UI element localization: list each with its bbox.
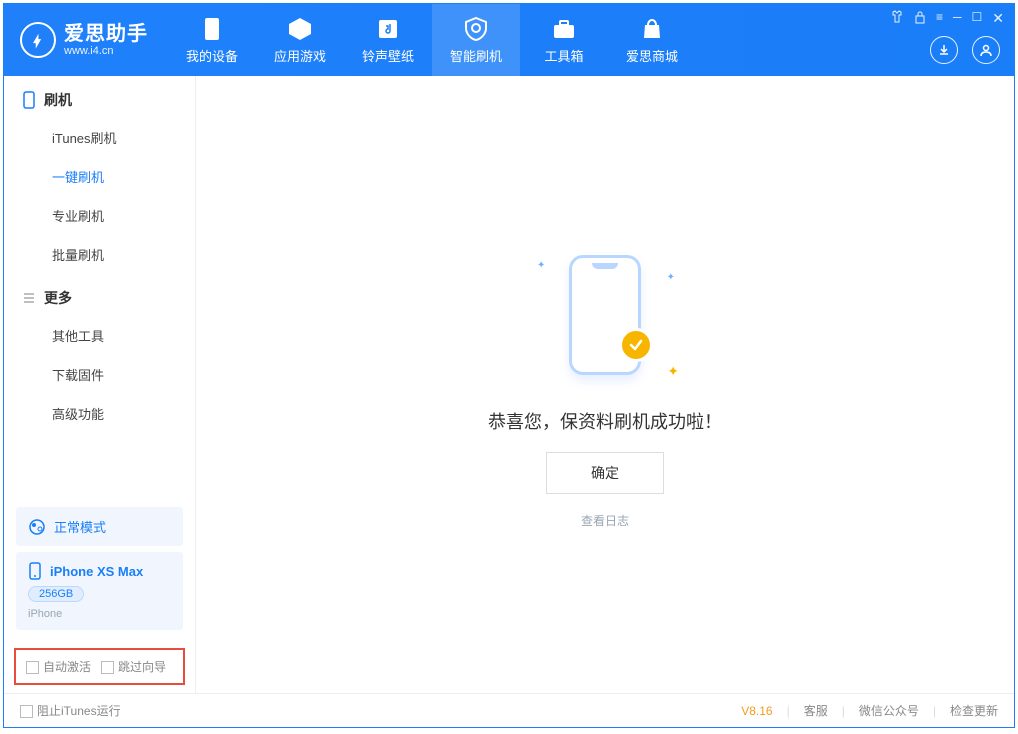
window-controls: ≡ ─ ☐ ✕ <box>890 10 1004 27</box>
shield-icon <box>463 16 489 42</box>
wechat-link[interactable]: 微信公众号 <box>859 702 919 719</box>
device-card[interactable]: iPhone XS Max 256GB iPhone <box>16 552 183 630</box>
bag-icon <box>639 16 665 42</box>
check-update-link[interactable]: 检查更新 <box>950 702 998 719</box>
tab-store[interactable]: 爱思商城 <box>608 4 696 76</box>
device-storage: 256GB <box>28 586 84 602</box>
sidebar-item-pro-flash[interactable]: 专业刷机 <box>4 196 195 235</box>
lock-icon[interactable] <box>914 10 926 27</box>
tab-flash[interactable]: 智能刷机 <box>432 4 520 76</box>
phone-icon <box>22 91 36 109</box>
toolbox-icon <box>551 16 577 42</box>
tab-ringtones[interactable]: 铃声壁纸 <box>344 4 432 76</box>
tab-toolbox[interactable]: 工具箱 <box>520 4 608 76</box>
download-button[interactable] <box>930 36 958 64</box>
logo-icon <box>20 22 56 58</box>
device-icon <box>199 16 225 42</box>
sidebar-section-more: 更多 <box>4 274 195 316</box>
support-link[interactable]: 客服 <box>804 702 828 719</box>
sidebar-item-firmware[interactable]: 下载固件 <box>4 355 195 394</box>
sidebar-item-advanced[interactable]: 高级功能 <box>4 394 195 433</box>
menu-icon[interactable]: ≡ <box>936 10 943 27</box>
sparkle-icon: ✦ <box>537 260 545 271</box>
minimize-button[interactable]: ─ <box>953 10 962 27</box>
checkbox-block-itunes[interactable]: 阻止iTunes运行 <box>20 702 121 719</box>
mode-card[interactable]: 正常模式 <box>16 507 183 546</box>
tab-my-device[interactable]: 我的设备 <box>168 4 256 76</box>
shirt-icon[interactable] <box>890 10 904 27</box>
sidebar-item-itunes-flash[interactable]: iTunes刷机 <box>4 118 195 157</box>
version-label: V8.16 <box>741 704 772 718</box>
list-icon <box>22 291 36 305</box>
device-type: iPhone <box>28 608 171 620</box>
maximize-button[interactable]: ☐ <box>972 10 983 27</box>
app-url: www.i4.cn <box>64 45 148 57</box>
device-phone-icon <box>28 562 42 580</box>
header-actions <box>930 36 1000 64</box>
sidebar-section-flash: 刷机 <box>4 76 195 118</box>
sparkle-icon: ✦ <box>667 363 679 380</box>
tab-apps[interactable]: 应用游戏 <box>256 4 344 76</box>
main-content: ✦ ✦ ✦ 恭喜您，保资料刷机成功啦！ 确定 查看日志 <box>196 76 1014 693</box>
check-badge-icon <box>619 328 653 362</box>
sidebar: 刷机 iTunes刷机 一键刷机 专业刷机 批量刷机 更多 其他工具 下载固件 … <box>4 76 196 693</box>
success-message: 恭喜您，保资料刷机成功啦！ <box>488 408 722 434</box>
titlebar: 爱思助手 www.i4.cn 我的设备 应用游戏 铃声壁纸 智能刷机 <box>4 4 1014 76</box>
app-window: 爱思助手 www.i4.cn 我的设备 应用游戏 铃声壁纸 智能刷机 <box>3 3 1015 728</box>
options-highlight-box: 自动激活 跳过向导 <box>14 648 185 685</box>
checkbox-auto-activate[interactable]: 自动激活 <box>26 658 91 675</box>
body-area: 刷机 iTunes刷机 一键刷机 专业刷机 批量刷机 更多 其他工具 下载固件 … <box>4 76 1014 693</box>
mode-label: 正常模式 <box>54 517 106 536</box>
close-button[interactable]: ✕ <box>992 10 1004 27</box>
app-title: 爱思助手 <box>64 23 148 45</box>
device-name: iPhone XS Max <box>50 564 143 579</box>
confirm-button[interactable]: 确定 <box>546 452 664 494</box>
sidebar-item-other-tools[interactable]: 其他工具 <box>4 316 195 355</box>
nav-tabs: 我的设备 应用游戏 铃声壁纸 智能刷机 工具箱 爱思商城 <box>168 4 696 76</box>
sidebar-item-batch-flash[interactable]: 批量刷机 <box>4 235 195 274</box>
cube-icon <box>287 16 313 42</box>
statusbar: 阻止iTunes运行 V8.16 | 客服 | 微信公众号 | 检查更新 <box>4 693 1014 727</box>
user-button[interactable] <box>972 36 1000 64</box>
mode-icon <box>28 518 46 536</box>
checkbox-skip-guide[interactable]: 跳过向导 <box>101 658 166 675</box>
view-log-link[interactable]: 查看日志 <box>581 512 629 529</box>
sidebar-item-oneclick-flash[interactable]: 一键刷机 <box>4 157 195 196</box>
music-icon <box>375 16 401 42</box>
success-illustration: ✦ ✦ ✦ <box>515 240 695 390</box>
sparkle-icon: ✦ <box>667 272 675 283</box>
logo-area: 爱思助手 www.i4.cn <box>20 22 148 58</box>
